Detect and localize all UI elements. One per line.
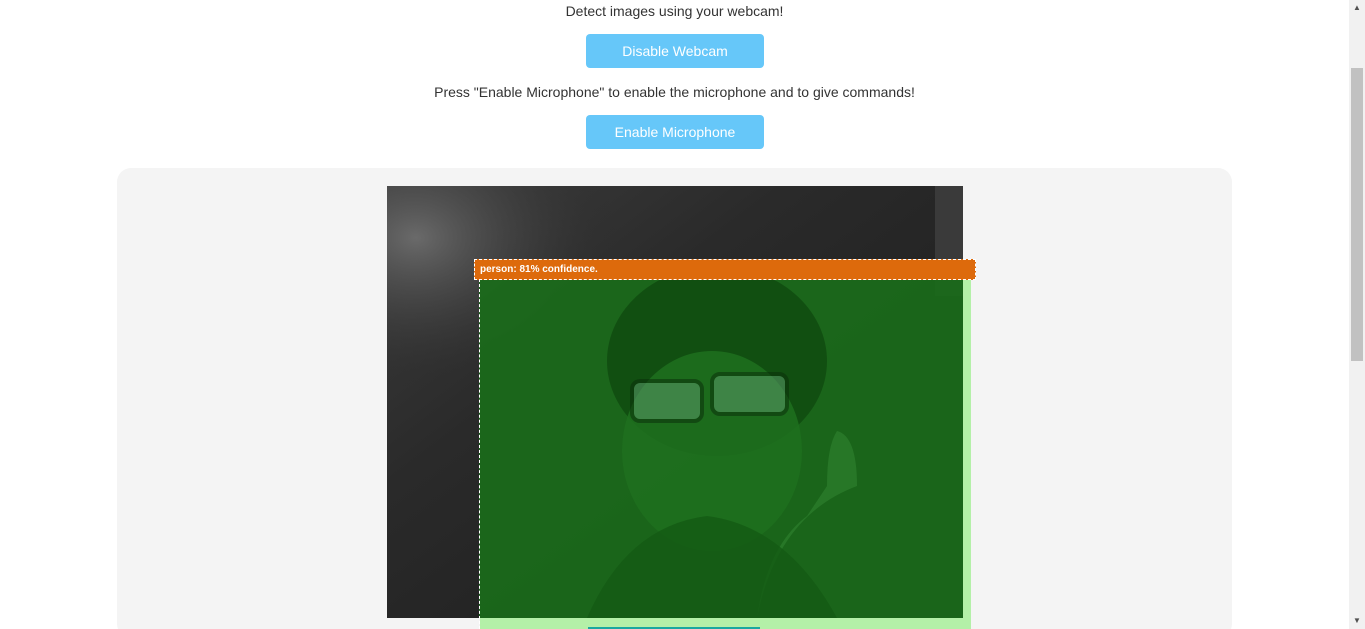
microphone-instruction: Press "Enable Microphone" to enable the … bbox=[434, 84, 915, 100]
scroll-up-arrow-icon[interactable]: ▲ bbox=[1349, 0, 1365, 16]
disable-webcam-button[interactable]: Disable Webcam bbox=[586, 34, 764, 68]
detection-label: person: 81% confidence. bbox=[474, 259, 976, 280]
enable-microphone-button[interactable]: Enable Microphone bbox=[586, 115, 764, 149]
detection-bounding-box bbox=[479, 279, 968, 629]
scroll-down-arrow-icon[interactable]: ▼ bbox=[1349, 613, 1365, 629]
page: Detect images using your webcam! Disable… bbox=[0, 0, 1349, 629]
scrollbar-thumb[interactable] bbox=[1351, 68, 1363, 361]
vertical-scrollbar[interactable]: ▲ ▼ bbox=[1349, 0, 1365, 629]
webcam-instruction: Detect images using your webcam! bbox=[565, 3, 784, 19]
